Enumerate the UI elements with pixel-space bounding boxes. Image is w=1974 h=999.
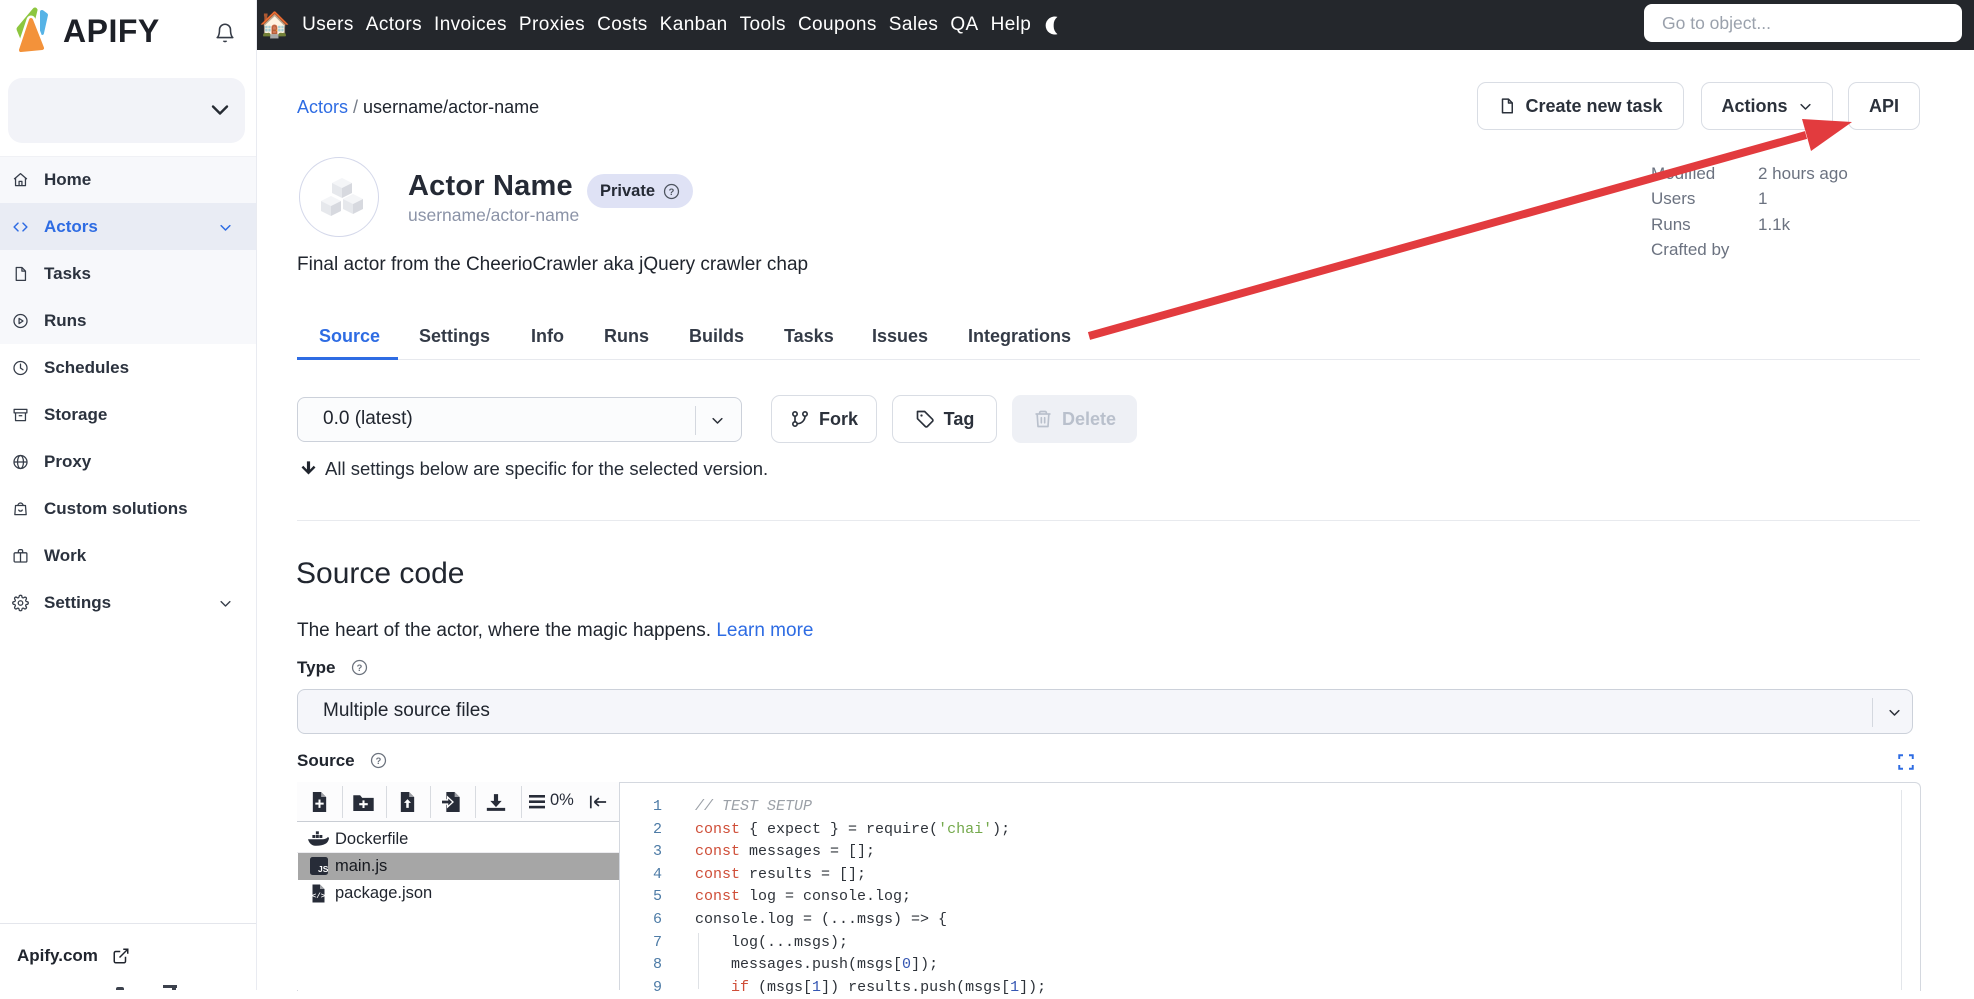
svg-text:?: ?	[357, 663, 363, 673]
svg-text:?: ?	[376, 756, 382, 766]
svg-text:</>: </>	[312, 893, 326, 901]
svg-text:?: ?	[669, 186, 675, 196]
svg-text:JS: JS	[318, 864, 328, 874]
